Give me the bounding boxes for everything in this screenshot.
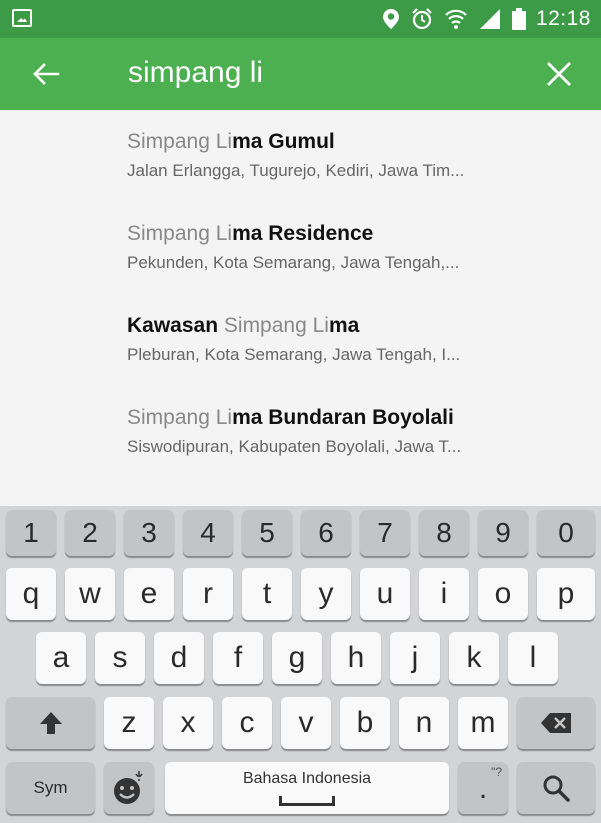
key-y[interactable]: y	[301, 568, 351, 620]
key-8[interactable]: 8	[419, 510, 469, 556]
result-title-part: ma	[328, 314, 360, 337]
key-o[interactable]: o	[478, 568, 528, 620]
search-results-list: Simpang Lima Gumul Jalan Erlangga, Tugur…	[0, 110, 601, 506]
result-title: Simpang Lima Residence	[127, 222, 373, 246]
result-title: Simpang Lima Bundaran Boyolali	[127, 406, 454, 430]
result-title-part: Li	[312, 314, 329, 337]
shift-key[interactable]	[6, 697, 95, 749]
key-i[interactable]: i	[419, 568, 469, 620]
key-7[interactable]: 7	[360, 510, 410, 556]
result-title: Simpang Lima Gumul	[127, 130, 335, 154]
key-p[interactable]: p	[537, 568, 595, 620]
key-4[interactable]: 4	[183, 510, 233, 556]
search-result-item[interactable]: Kawasan Simpang Lima Pleburan, Kota Sema…	[0, 294, 601, 386]
key-3[interactable]: 3	[124, 510, 174, 556]
result-title-part: Simpang	[127, 222, 216, 245]
close-icon[interactable]	[543, 58, 575, 90]
key-9[interactable]: 9	[478, 510, 528, 556]
status-icons: 12:18	[382, 4, 591, 34]
search-input[interactable]: simpang li	[128, 56, 263, 90]
key-s[interactable]: s	[95, 632, 145, 684]
backspace-icon	[541, 713, 571, 733]
result-title-part: Kawasan	[127, 314, 224, 337]
result-title-part: ma Gumul	[232, 130, 335, 153]
result-title-part: Simpang	[223, 314, 313, 337]
key-e[interactable]: e	[124, 568, 174, 620]
key-d[interactable]: d	[154, 632, 204, 684]
key-n[interactable]: n	[399, 697, 449, 749]
search-result-item[interactable]: Simpang Lima Gumul Jalan Erlangga, Tugur…	[0, 110, 601, 202]
emoji-key[interactable]	[104, 762, 154, 814]
key-k[interactable]: k	[449, 632, 499, 684]
result-title-part: Li	[215, 222, 233, 245]
period-key[interactable]: "? .	[458, 762, 508, 814]
key-j[interactable]: j	[390, 632, 440, 684]
key-z[interactable]: z	[104, 697, 154, 749]
key-5[interactable]: 5	[242, 510, 292, 556]
result-title-part: Li	[215, 406, 233, 429]
emoji-mic-icon	[114, 771, 143, 804]
period-key-label: .	[478, 772, 488, 805]
key-l[interactable]: l	[508, 632, 558, 684]
search-app-bar: simpang li	[0, 38, 601, 110]
gallery-icon	[12, 9, 32, 27]
key-f[interactable]: f	[213, 632, 263, 684]
result-subtitle: Pleburan, Kota Semarang, Jawa Tengah, I.…	[127, 345, 461, 364]
key-t[interactable]: t	[242, 568, 292, 620]
result-subtitle: Pekunden, Kota Semarang, Jawa Tengah,...	[127, 253, 460, 272]
result-subtitle: Siswodipuran, Kabupaten Boyolali, Jawa T…	[127, 437, 462, 456]
key-6[interactable]: 6	[301, 510, 351, 556]
key-b[interactable]: b	[340, 697, 390, 749]
status-time: 12:18	[535, 7, 591, 30]
alarm-icon	[412, 8, 432, 30]
result-title: Kawasan Simpang Lima	[127, 314, 359, 338]
location-icon	[382, 9, 399, 29]
period-key-hint: "?	[491, 765, 502, 779]
search-icon	[543, 775, 570, 802]
sym-key[interactable]: Sym	[6, 762, 95, 814]
wifi-icon	[445, 9, 467, 29]
key-1[interactable]: 1	[6, 510, 56, 556]
key-x[interactable]: x	[163, 697, 213, 749]
keyboard: 1 2 3 4 5 6 7 8 9 0 q w e r t y u i o p …	[0, 506, 601, 823]
result-title-part: ma Residence	[232, 222, 374, 245]
battery-icon	[511, 8, 526, 30]
key-2[interactable]: 2	[65, 510, 115, 556]
key-u[interactable]: u	[360, 568, 410, 620]
key-v[interactable]: v	[281, 697, 331, 749]
status-bar: 12:18	[0, 0, 601, 38]
arrow-left-icon[interactable]	[30, 58, 62, 90]
search-result-item[interactable]: Simpang Lima Bundaran Boyolali Siswodipu…	[0, 386, 601, 478]
space-key[interactable]: Bahasa Indonesia	[165, 762, 449, 814]
search-key[interactable]	[517, 762, 595, 814]
result-title-part: Simpang	[127, 130, 216, 153]
key-a[interactable]: a	[36, 632, 86, 684]
result-title-part: Simpang	[127, 406, 216, 429]
shift-arrow-icon	[39, 712, 62, 734]
key-0[interactable]: 0	[537, 510, 595, 556]
space-bar-icon	[279, 796, 335, 806]
space-key-label: Bahasa Indonesia	[242, 770, 372, 787]
key-h[interactable]: h	[331, 632, 381, 684]
key-g[interactable]: g	[272, 632, 322, 684]
result-title-part: ma Bundaran Boyolali	[232, 406, 454, 429]
key-c[interactable]: c	[222, 697, 272, 749]
signal-icon	[479, 9, 500, 29]
backspace-key[interactable]	[517, 697, 595, 749]
result-title-part: Li	[215, 130, 233, 153]
search-result-item[interactable]: Simpang Lima Residence Pekunden, Kota Se…	[0, 202, 601, 294]
key-q[interactable]: q	[6, 568, 56, 620]
key-w[interactable]: w	[65, 568, 115, 620]
key-r[interactable]: r	[183, 568, 233, 620]
key-m[interactable]: m	[458, 697, 508, 749]
result-subtitle: Jalan Erlangga, Tugurejo, Kediri, Jawa T…	[127, 161, 465, 180]
